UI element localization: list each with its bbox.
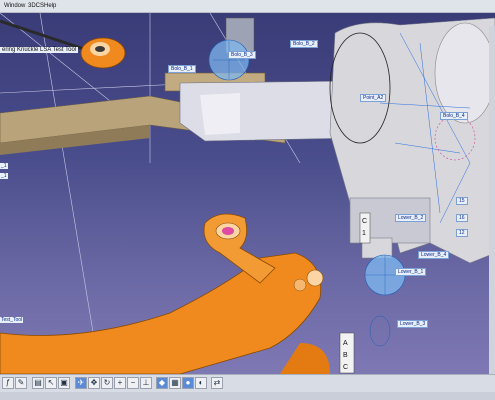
menu-3dcs[interactable]: 3DCS	[28, 0, 44, 12]
tree-item-1[interactable]: _1	[0, 163, 8, 169]
box-icon[interactable]: ▣	[58, 377, 70, 389]
callout-12[interactable]: 12	[456, 229, 468, 237]
callout-bolo-b-1[interactable]: Bolo_B_1	[168, 65, 196, 73]
fx-icon[interactable]: ƒ	[2, 377, 14, 389]
select-icon[interactable]: ↖	[45, 377, 57, 389]
normal-view-icon[interactable]: ⊥	[140, 377, 152, 389]
callout-bolo-b-3[interactable]: Bolo_B_3	[228, 51, 256, 59]
zoom-in-icon[interactable]: +	[114, 377, 126, 389]
measure-icon[interactable]: ▤	[32, 377, 44, 389]
svg-text:B: B	[343, 352, 348, 359]
iso-view-icon[interactable]: ◆	[156, 377, 168, 389]
svg-text:1: 1	[362, 230, 366, 237]
callout-lower-b-1[interactable]: Lower_B_1	[395, 268, 427, 276]
menu-window[interactable]: Window	[4, 0, 25, 12]
callout-bolo-b-2[interactable]: Bolo_B_2	[290, 40, 318, 48]
multi-view-icon[interactable]: ▦	[169, 377, 181, 389]
catia-3dcs-window: Window 3DCS Help A B C C 1 Bolo_B_3 Bolo…	[0, 0, 495, 400]
bottom-toolbar: ƒ ✎ ▤ ↖ ▣ ✈ ✥ ↻ + − ⊥ ◆ ▦ ● ◐ ⇄	[0, 374, 495, 400]
spec-tree-title[interactable]: ering Knuckle LSA Test Tool	[0, 47, 79, 53]
tree-item-2[interactable]: _1	[0, 173, 8, 179]
callout-lower-b-3[interactable]: Lower_B_3	[397, 320, 429, 328]
callout-15[interactable]: 15	[456, 197, 468, 205]
tree-item-test-tool[interactable]: Test_Tool	[0, 317, 24, 323]
render-icon[interactable]: ●	[182, 377, 194, 389]
3d-viewport[interactable]: ABC C1 Bolo_B_3 Bolo_B_2 Bolo_B_1 Point_…	[0, 13, 495, 374]
callout-lower-b-2[interactable]: Lower_B_2	[395, 214, 427, 222]
hide-show-icon[interactable]: ◐	[195, 377, 207, 389]
zoom-out-icon[interactable]: −	[127, 377, 139, 389]
menu-bar: Window 3DCS Help	[0, 0, 495, 13]
status-bar	[0, 392, 495, 400]
fly-icon[interactable]: ✈	[75, 377, 87, 389]
steering-knuckle	[329, 17, 495, 264]
rotate-icon[interactable]: ↻	[101, 377, 113, 389]
svg-text:C: C	[343, 364, 348, 371]
callout-16[interactable]: 16	[456, 214, 468, 222]
pan-icon[interactable]: ✥	[88, 377, 100, 389]
viewport-scrollbar[interactable]	[489, 26, 495, 374]
menu-help[interactable]: Help	[44, 0, 56, 12]
lower-control-arm	[0, 213, 330, 374]
callout-point-a2[interactable]: Point_A2	[360, 94, 387, 102]
svg-text:A: A	[343, 340, 348, 347]
callout-bolo-b-4[interactable]: Bolo_B_4	[440, 112, 468, 120]
svg-text:C: C	[362, 218, 367, 225]
tie-rod-end	[0, 19, 126, 69]
callout-lower-b-4[interactable]: Lower_B_4	[418, 251, 450, 259]
sketch-icon[interactable]: ✎	[15, 377, 27, 389]
swap-icon[interactable]: ⇄	[211, 377, 223, 389]
